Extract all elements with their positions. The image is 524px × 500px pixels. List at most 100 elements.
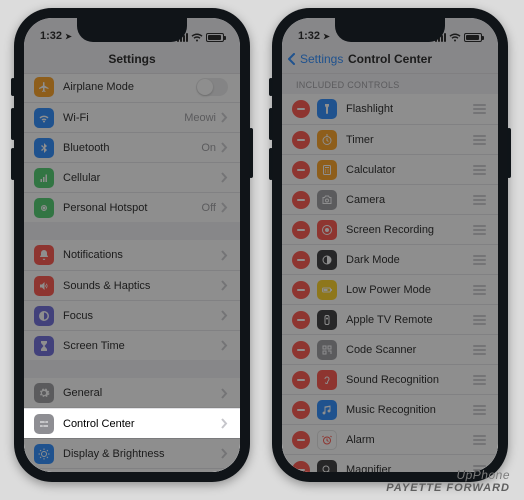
row-label: Notifications: [63, 249, 216, 261]
chevron-right-icon: [220, 250, 228, 261]
settings-row[interactable]: Bluetooth On: [24, 132, 240, 162]
reorder-handle[interactable]: [473, 135, 486, 145]
reorder-handle[interactable]: [473, 285, 486, 295]
remove-button[interactable]: [292, 221, 310, 239]
settings-row[interactable]: Notifications: [24, 240, 240, 270]
settings-row[interactable]: Airplane Mode: [24, 74, 240, 102]
settings-row[interactable]: Focus: [24, 300, 240, 330]
row-label: Code Scanner: [346, 344, 467, 356]
control-row[interactable]: Flashlight: [282, 94, 498, 124]
slider-icon: [34, 414, 54, 434]
remove-button[interactable]: [292, 281, 310, 299]
row-label: Timer: [346, 134, 467, 146]
remove-button[interactable]: [292, 401, 310, 419]
navbar: Settings: [24, 44, 240, 74]
reorder-handle[interactable]: [473, 165, 486, 175]
battery-icon: [206, 33, 224, 42]
row-label: Music Recognition: [346, 404, 467, 416]
phone-settings: 1:32 ➤ Settings Airplane Mode Wi-Fi Meow…: [14, 8, 250, 482]
reorder-handle[interactable]: [473, 375, 486, 385]
darkmode-icon: [317, 250, 337, 270]
brightness-icon: [34, 444, 54, 464]
record-icon: [317, 220, 337, 240]
control-row[interactable]: Sound Recognition: [282, 364, 498, 394]
control-row[interactable]: Alarm: [282, 424, 498, 454]
settings-row[interactable]: General: [24, 378, 240, 408]
reorder-handle[interactable]: [473, 345, 486, 355]
row-label: Airplane Mode: [63, 81, 196, 93]
control-row[interactable]: Timer: [282, 124, 498, 154]
watermark: UpPhone PAYETTE FORWARD: [386, 469, 510, 494]
settings-row[interactable]: Control Center: [24, 408, 240, 438]
chevron-right-icon: [220, 112, 228, 123]
back-button[interactable]: Settings: [286, 44, 343, 73]
control-row[interactable]: Calculator: [282, 154, 498, 184]
chevron-right-icon: [220, 448, 228, 459]
settings-row[interactable]: Display & Brightness: [24, 438, 240, 468]
control-row[interactable]: Dark Mode: [282, 244, 498, 274]
settings-row[interactable]: Home Screen: [24, 468, 240, 472]
chevron-right-icon: [220, 310, 228, 321]
flashlight-icon: [317, 99, 337, 119]
remove-button[interactable]: [292, 161, 310, 179]
row-label: Control Center: [63, 418, 216, 430]
control-row[interactable]: Apple TV Remote: [282, 304, 498, 334]
remove-button[interactable]: [292, 100, 310, 118]
settings-row[interactable]: Personal Hotspot Off: [24, 192, 240, 222]
remove-button[interactable]: [292, 431, 310, 449]
reorder-handle[interactable]: [473, 435, 486, 445]
remove-button[interactable]: [292, 251, 310, 269]
airplane-icon: [34, 77, 54, 97]
control-row[interactable]: Camera: [282, 184, 498, 214]
settings-row[interactable]: Sounds & Haptics: [24, 270, 240, 300]
chevron-right-icon: [220, 280, 228, 291]
chevron-right-icon: [220, 388, 228, 399]
row-label: Dark Mode: [346, 254, 467, 266]
qr-icon: [317, 340, 337, 360]
reorder-handle[interactable]: [473, 104, 486, 114]
settings-group: Notifications Sounds & Haptics Focus Scr…: [24, 240, 240, 360]
music-icon: [317, 400, 337, 420]
reorder-handle[interactable]: [473, 195, 486, 205]
remove-button[interactable]: [292, 371, 310, 389]
control-row[interactable]: Screen Recording: [282, 214, 498, 244]
control-row[interactable]: Low Power Mode: [282, 274, 498, 304]
settings-row[interactable]: Cellular: [24, 162, 240, 192]
settings-row[interactable]: Wi-Fi Meowi: [24, 102, 240, 132]
row-label: Calculator: [346, 164, 467, 176]
hotspot-icon: [34, 198, 54, 218]
ear-icon: [317, 370, 337, 390]
navbar: Settings Control Center: [282, 44, 498, 74]
row-value: Meowi: [184, 112, 216, 124]
row-label: Wi-Fi: [63, 112, 184, 124]
row-label: Cellular: [63, 172, 216, 184]
remove-button[interactable]: [292, 461, 310, 473]
page-title: Settings: [108, 52, 155, 66]
chevron-right-icon: [220, 340, 228, 351]
alarm-icon: [317, 430, 337, 450]
reorder-handle[interactable]: [473, 405, 486, 415]
battery-icon: [317, 280, 337, 300]
control-row[interactable]: Music Recognition: [282, 394, 498, 424]
row-label: Sound Recognition: [346, 374, 467, 386]
toggle[interactable]: [196, 78, 228, 96]
row-label: Focus: [63, 310, 216, 322]
reorder-handle[interactable]: [473, 225, 486, 235]
remote-icon: [317, 310, 337, 330]
row-label: Apple TV Remote: [346, 314, 467, 326]
reorder-handle[interactable]: [473, 315, 486, 325]
control-row[interactable]: Code Scanner: [282, 334, 498, 364]
remove-button[interactable]: [292, 311, 310, 329]
settings-row[interactable]: Screen Time: [24, 330, 240, 360]
timer-icon: [317, 130, 337, 150]
wifi-status-icon: [191, 33, 203, 42]
reorder-handle[interactable]: [473, 255, 486, 265]
remove-button[interactable]: [292, 191, 310, 209]
row-label: Alarm: [346, 434, 467, 446]
magnifier-icon: [317, 460, 337, 473]
row-label: Sounds & Haptics: [63, 280, 216, 292]
remove-button[interactable]: [292, 131, 310, 149]
cellular-icon: [34, 168, 54, 188]
remove-button[interactable]: [292, 341, 310, 359]
row-label: Flashlight: [346, 103, 467, 115]
